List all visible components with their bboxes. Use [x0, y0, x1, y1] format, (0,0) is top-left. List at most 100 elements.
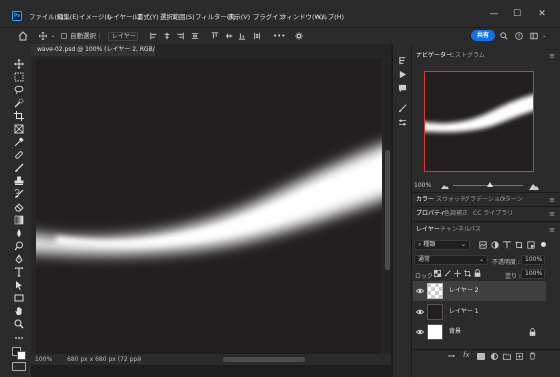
- rectangle-tool-icon[interactable]: [14, 293, 24, 303]
- tab-channels[interactable]: チャンネル: [440, 223, 470, 236]
- document-canvas[interactable]: [36, 58, 382, 354]
- move-tool-icon[interactable]: [39, 32, 47, 40]
- hand-tool-icon[interactable]: [14, 306, 24, 316]
- visibility-eye-icon[interactable]: [416, 308, 424, 316]
- layer-row-layer2[interactable]: レイヤー 2: [413, 281, 546, 301]
- align-left-icon[interactable]: [150, 32, 158, 40]
- document-tab[interactable]: wave-02.psd @ 100% (レイヤー 2, RGB/8#) * ✕: [31, 44, 182, 56]
- status-menu-arrow-icon[interactable]: ›: [138, 354, 140, 365]
- layer-name[interactable]: レイヤー 2: [449, 281, 479, 301]
- tab-layers[interactable]: レイヤー: [416, 223, 440, 236]
- opacity-input[interactable]: 100%: [521, 255, 545, 265]
- filter-shape-icon[interactable]: [515, 241, 523, 249]
- filter-toggle-icon[interactable]: [541, 242, 546, 247]
- history-panel-icon[interactable]: [398, 56, 407, 65]
- maximize-button[interactable]: ☐: [510, 8, 524, 20]
- new-group-folder-icon[interactable]: [503, 353, 511, 360]
- add-mask-icon[interactable]: [477, 353, 485, 360]
- blend-mode-select[interactable]: 通常 ⌄: [414, 255, 488, 265]
- delete-layer-trash-icon[interactable]: [529, 352, 536, 360]
- path-selection-tool-icon[interactable]: [14, 280, 24, 290]
- menu-select[interactable]: 選択範囲(S): [160, 12, 195, 21]
- home-icon[interactable]: [18, 31, 28, 41]
- clone-stamp-tool-icon[interactable]: [14, 176, 24, 186]
- brush-tool-icon[interactable]: [14, 163, 24, 173]
- navigator-zoom-value[interactable]: 100%: [414, 182, 431, 189]
- pen-tool-icon[interactable]: [14, 254, 24, 264]
- background-color-swatch[interactable]: [17, 351, 26, 360]
- zoom-out-mountain-icon[interactable]: [441, 183, 449, 189]
- actions-play-icon[interactable]: [398, 70, 407, 79]
- filter-type-icon[interactable]: [503, 241, 511, 249]
- eraser-tool-icon[interactable]: [14, 202, 24, 212]
- eyedropper-tool-icon[interactable]: [14, 137, 24, 147]
- lock-artboard-icon[interactable]: [464, 270, 471, 277]
- tab-swatches[interactable]: スウォッチ: [436, 193, 466, 206]
- link-layers-icon[interactable]: ⊶: [448, 352, 455, 360]
- layer-row-layer1[interactable]: レイヤー 1: [413, 302, 546, 322]
- auto-select-dropdown[interactable]: レイヤー: [108, 32, 138, 41]
- lasso-tool-icon[interactable]: [14, 85, 24, 95]
- color-menu-icon[interactable]: ≡: [549, 196, 555, 204]
- tab-histogram[interactable]: ヒストグラム: [449, 49, 485, 62]
- layers-menu-icon[interactable]: ≡: [549, 226, 555, 234]
- marquee-tool-icon[interactable]: [14, 72, 24, 82]
- align-middle-icon[interactable]: [225, 32, 233, 40]
- tab-paths[interactable]: パス: [469, 223, 481, 236]
- adjustments-sliders-icon[interactable]: [398, 118, 407, 127]
- filter-pixel-icon[interactable]: [479, 241, 487, 249]
- layer-name[interactable]: 背景: [449, 322, 461, 342]
- move-tool-icon[interactable]: [14, 59, 24, 69]
- layer-kind-filter[interactable]: ⌕ 種類 ⌄: [414, 240, 470, 250]
- zoom-tool-icon[interactable]: [14, 319, 24, 329]
- new-adjustment-layer-icon[interactable]: [491, 353, 498, 360]
- tab-color[interactable]: カラー: [416, 193, 434, 206]
- type-tool-icon[interactable]: [14, 267, 24, 277]
- zoom-slider-handle[interactable]: [487, 182, 493, 187]
- distribute-icon[interactable]: [191, 32, 199, 40]
- horizontal-scroll-thumb[interactable]: [223, 357, 305, 362]
- edit-toolbar-icon[interactable]: [14, 333, 24, 343]
- auto-select-checkbox[interactable]: [61, 33, 67, 39]
- distribute-vertical-icon[interactable]: [253, 32, 261, 40]
- tool-preset-chevron-icon[interactable]: ⌄: [51, 31, 55, 42]
- navigator-menu-icon[interactable]: ≡: [549, 52, 555, 60]
- gradient-tool-icon[interactable]: [14, 215, 24, 225]
- lock-all-icon[interactable]: [474, 269, 481, 277]
- brush-settings-icon[interactable]: [398, 104, 407, 113]
- navigator-view-box[interactable]: [424, 71, 534, 172]
- blur-tool-icon[interactable]: [14, 228, 24, 238]
- menu-type[interactable]: 書式(Y): [137, 12, 159, 21]
- new-layer-icon[interactable]: [516, 353, 523, 360]
- lock-position-icon[interactable]: [454, 270, 461, 277]
- zoom-in-mountain-icon[interactable]: [529, 182, 539, 190]
- tab-properties[interactable]: プロパティ: [416, 207, 446, 220]
- workspace-icon[interactable]: [530, 32, 538, 40]
- align-top-icon[interactable]: [211, 32, 219, 40]
- layer-name[interactable]: レイヤー 1: [449, 302, 479, 322]
- document-info[interactable]: 680 px x 680 px (72 ppi): [67, 354, 141, 365]
- align-bottom-icon[interactable]: [238, 32, 246, 40]
- menu-edit[interactable]: 編集(E): [57, 12, 79, 21]
- crop-tool-icon[interactable]: [14, 111, 24, 121]
- search-icon[interactable]: [500, 32, 508, 40]
- comments-icon[interactable]: [398, 84, 407, 93]
- more-options-icon[interactable]: •••: [273, 31, 285, 42]
- zoom-level[interactable]: 100%: [35, 354, 52, 365]
- tab-patterns[interactable]: パターン: [499, 193, 523, 206]
- share-button[interactable]: 共有: [471, 30, 495, 41]
- minimize-button[interactable]: —: [487, 8, 501, 20]
- visibility-eye-icon[interactable]: [416, 287, 424, 295]
- menu-view[interactable]: 表示(V): [228, 12, 250, 21]
- settings-gear-icon[interactable]: [295, 32, 303, 40]
- workspace-chevron-icon[interactable]: ⌄: [542, 31, 546, 42]
- tab-adjustments[interactable]: 色調補正: [444, 207, 468, 220]
- fill-input[interactable]: 100%: [521, 269, 545, 279]
- help-icon[interactable]: ?: [515, 32, 523, 40]
- tab-cc-libraries[interactable]: CC ライブラリ: [473, 207, 513, 220]
- frame-tool-icon[interactable]: [14, 124, 24, 134]
- dodge-tool-icon[interactable]: [14, 241, 24, 251]
- quick-select-tool-icon[interactable]: [14, 98, 24, 108]
- healing-brush-tool-icon[interactable]: [14, 150, 24, 160]
- lock-pixels-brush-icon[interactable]: [444, 270, 451, 277]
